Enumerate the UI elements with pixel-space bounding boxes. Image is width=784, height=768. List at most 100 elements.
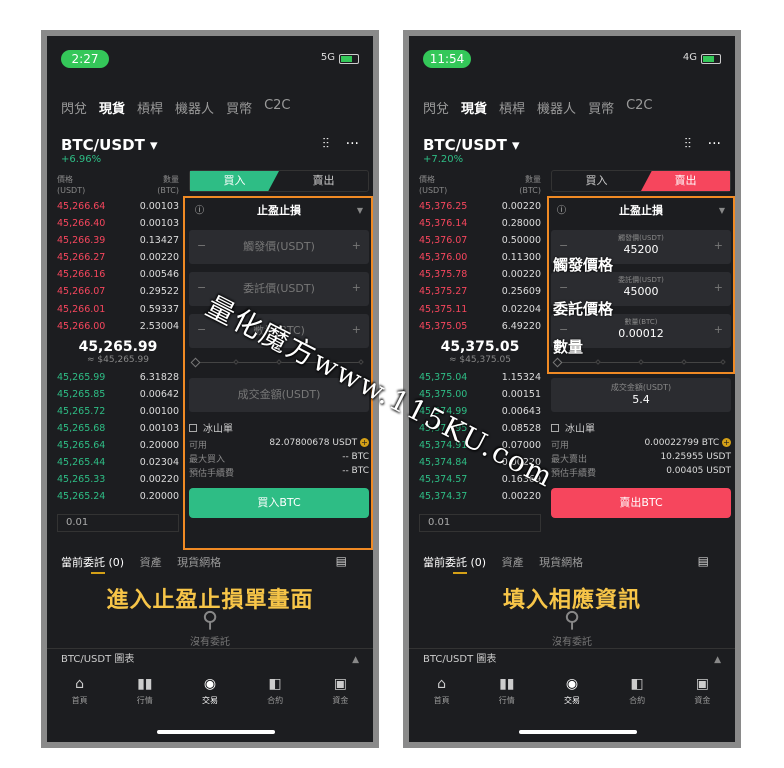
nav-home[interactable]: ⌂ 首頁 [417, 676, 467, 706]
tab-spot[interactable]: 現貨 [461, 98, 487, 117]
ask-row[interactable]: 45,375.11 0.02204 [419, 301, 541, 318]
ask-row[interactable]: 45,266.27 0.00220 [57, 249, 179, 266]
nav-market[interactable]: ▮▮ 行情 [482, 676, 532, 706]
ask-price: 45,266.27 [57, 252, 106, 264]
nav-label: 合約 [267, 696, 284, 705]
nav-market[interactable]: ▮▮ 行情 [120, 676, 170, 706]
ask-row[interactable]: 45,266.64 0.00103 [57, 198, 179, 215]
buy-sell-toggle: 買入 賣出 [551, 170, 731, 192]
depth-select[interactable]: 0.01 [419, 513, 541, 532]
bid-price: 45,265.33 [57, 474, 106, 486]
chevron-up-icon: ▲ [714, 655, 721, 665]
ask-row[interactable]: 45,375.27 0.25609 [419, 283, 541, 300]
nav-funds[interactable]: ▣ 資金 [677, 676, 727, 706]
ask-row[interactable]: 45,266.07 0.29522 [57, 283, 179, 300]
ask-row[interactable]: 45,376.25 0.00220 [419, 198, 541, 215]
ask-price: 45,266.16 [57, 269, 106, 281]
bottom-nav: ⌂ 首頁 ▮▮ 行情 ◉ 交易 ◧ 合約 ▣ 資金 [409, 676, 735, 706]
bid-row[interactable]: 45,265.33 0.00220 [57, 471, 179, 488]
tab-c2c[interactable]: C2C [264, 98, 290, 117]
bid-price: 45,265.72 [57, 405, 106, 417]
nav-label: 行情 [498, 696, 515, 705]
amount-label: 成交金額(USDT) [610, 383, 672, 392]
chart-toggle[interactable]: BTC/USDT 圖表 ▲ [409, 648, 735, 670]
chart-toggle[interactable]: BTC/USDT 圖表 ▲ [47, 648, 373, 670]
ask-price: 45,375.27 [419, 286, 468, 298]
ask-row[interactable]: 45,375.78 0.00220 [419, 266, 541, 283]
more-icon[interactable]: ··· [346, 136, 359, 152]
tab-buy-crypto[interactable]: 買幣 [588, 98, 614, 117]
buy-tab[interactable]: 買入 [190, 171, 279, 191]
ask-list: 45,266.64 0.00103 45,266.40 0.00103 45,266… [57, 198, 179, 335]
ask-qty: 0.00546 [139, 269, 179, 281]
ask-qty: 0.59337 [139, 303, 179, 315]
ask-row[interactable]: 45,376.07 0.50000 [419, 232, 541, 249]
amount-input[interactable]: 成交金額(USDT) 5.4 [551, 378, 731, 412]
nav-trade[interactable]: ◉ 交易 [547, 676, 597, 706]
tab-buy-crypto[interactable]: 買幣 [226, 98, 252, 117]
ask-row[interactable]: 45,375.05 6.49220 [419, 318, 541, 335]
depth-select[interactable]: 0.01 [57, 513, 179, 532]
buy-sell-toggle: 買入 賣出 [189, 170, 369, 192]
tab-c2c[interactable]: C2C [626, 98, 652, 117]
nav-futures[interactable]: ◧ 合約 [612, 676, 662, 706]
tab-bot[interactable]: 機器人 [537, 98, 576, 117]
ask-row[interactable]: 45,266.16 0.00546 [57, 266, 179, 283]
bid-row[interactable]: 45,374.37 0.00220 [419, 488, 541, 505]
nav-futures[interactable]: ◧ 合約 [250, 676, 300, 706]
nav-label: 行情 [136, 696, 153, 705]
more-icon[interactable]: ··· [708, 136, 721, 152]
tab-margin[interactable]: 槓桿 [137, 98, 163, 117]
candlestick-icon[interactable]: ⫶⫶ [684, 136, 691, 152]
nav-label: 首頁 [71, 696, 88, 705]
tab-flash[interactable]: 閃兌 [61, 98, 87, 117]
nav-funds[interactable]: ▣ 資金 [315, 676, 365, 706]
bid-row[interactable]: 45,265.72 0.00100 [57, 403, 179, 420]
order-history-icon[interactable]: ▤ [336, 554, 347, 568]
bid-price: 45,265.85 [57, 388, 106, 400]
tab-spot-grid[interactable]: 現貨網格 [177, 556, 221, 569]
sell-tab[interactable]: 賣出 [279, 171, 368, 191]
bid-row[interactable]: 45,265.24 0.20000 [57, 488, 179, 505]
tab-margin[interactable]: 槓桿 [499, 98, 525, 117]
tab-assets[interactable]: 資產 [140, 556, 162, 569]
bid-row[interactable]: 45,265.44 0.02304 [57, 454, 179, 471]
top-tabs: 閃兌 現貨 槓桿 機器人 買幣 C2C [423, 98, 665, 117]
ask-row[interactable]: 45,376.14 0.28000 [419, 215, 541, 232]
order-history-icon[interactable]: ▤ [698, 554, 709, 568]
transfer-plus-icon[interactable]: + [722, 438, 731, 447]
tab-spot[interactable]: 現貨 [99, 98, 125, 117]
pair-selector[interactable]: BTC/USDT ▾ [423, 136, 520, 154]
iceberg-checkbox[interactable]: 冰山單 [551, 420, 731, 436]
bid-row[interactable]: 45,265.64 0.20000 [57, 437, 179, 454]
ask-row[interactable]: 45,266.39 0.13427 [57, 232, 179, 249]
available-label: 可用 [551, 441, 570, 451]
tab-flash[interactable]: 閃兌 [423, 98, 449, 117]
nav-home[interactable]: ⌂ 首頁 [55, 676, 105, 706]
ask-row[interactable]: 45,266.40 0.00103 [57, 215, 179, 232]
pair-selector[interactable]: BTC/USDT ▾ [61, 136, 158, 154]
tab-bot[interactable]: 機器人 [175, 98, 214, 117]
chart-label: BTC/USDT 圖表 [61, 654, 135, 665]
bid-row[interactable]: 45,265.85 0.00642 [57, 386, 179, 403]
sell-btc-button[interactable]: 賣出BTC [551, 488, 731, 518]
home-indicator [519, 730, 637, 734]
tab-open-orders[interactable]: 當前委託 (0) [61, 556, 124, 569]
bid-qty: 0.02304 [139, 457, 179, 469]
nav-trade[interactable]: ◉ 交易 [185, 676, 235, 706]
tab-open-orders[interactable]: 當前委託 (0) [423, 556, 486, 569]
tab-spot-grid[interactable]: 現貨網格 [539, 556, 583, 569]
buy-tab[interactable]: 買入 [552, 171, 641, 191]
candlestick-icon[interactable]: ⫶⫶ [322, 136, 329, 152]
sell-tab[interactable]: 賣出 [641, 171, 730, 191]
tab-assets[interactable]: 資產 [502, 556, 524, 569]
ask-row[interactable]: 45,266.00 2.53004 [57, 318, 179, 335]
ask-price: 45,266.40 [57, 218, 106, 230]
max-value: 10.25955 USDT [660, 452, 731, 462]
bid-row[interactable]: 45,265.99 6.31828 [57, 369, 179, 386]
ask-row[interactable]: 45,376.00 0.11300 [419, 249, 541, 266]
ask-row[interactable]: 45,266.01 0.59337 [57, 301, 179, 318]
bid-row[interactable]: 45,375.04 1.15324 [419, 369, 541, 386]
bid-row[interactable]: 45,265.68 0.00103 [57, 420, 179, 437]
empty-state: ⚲ 沒有委託 [409, 608, 735, 648]
